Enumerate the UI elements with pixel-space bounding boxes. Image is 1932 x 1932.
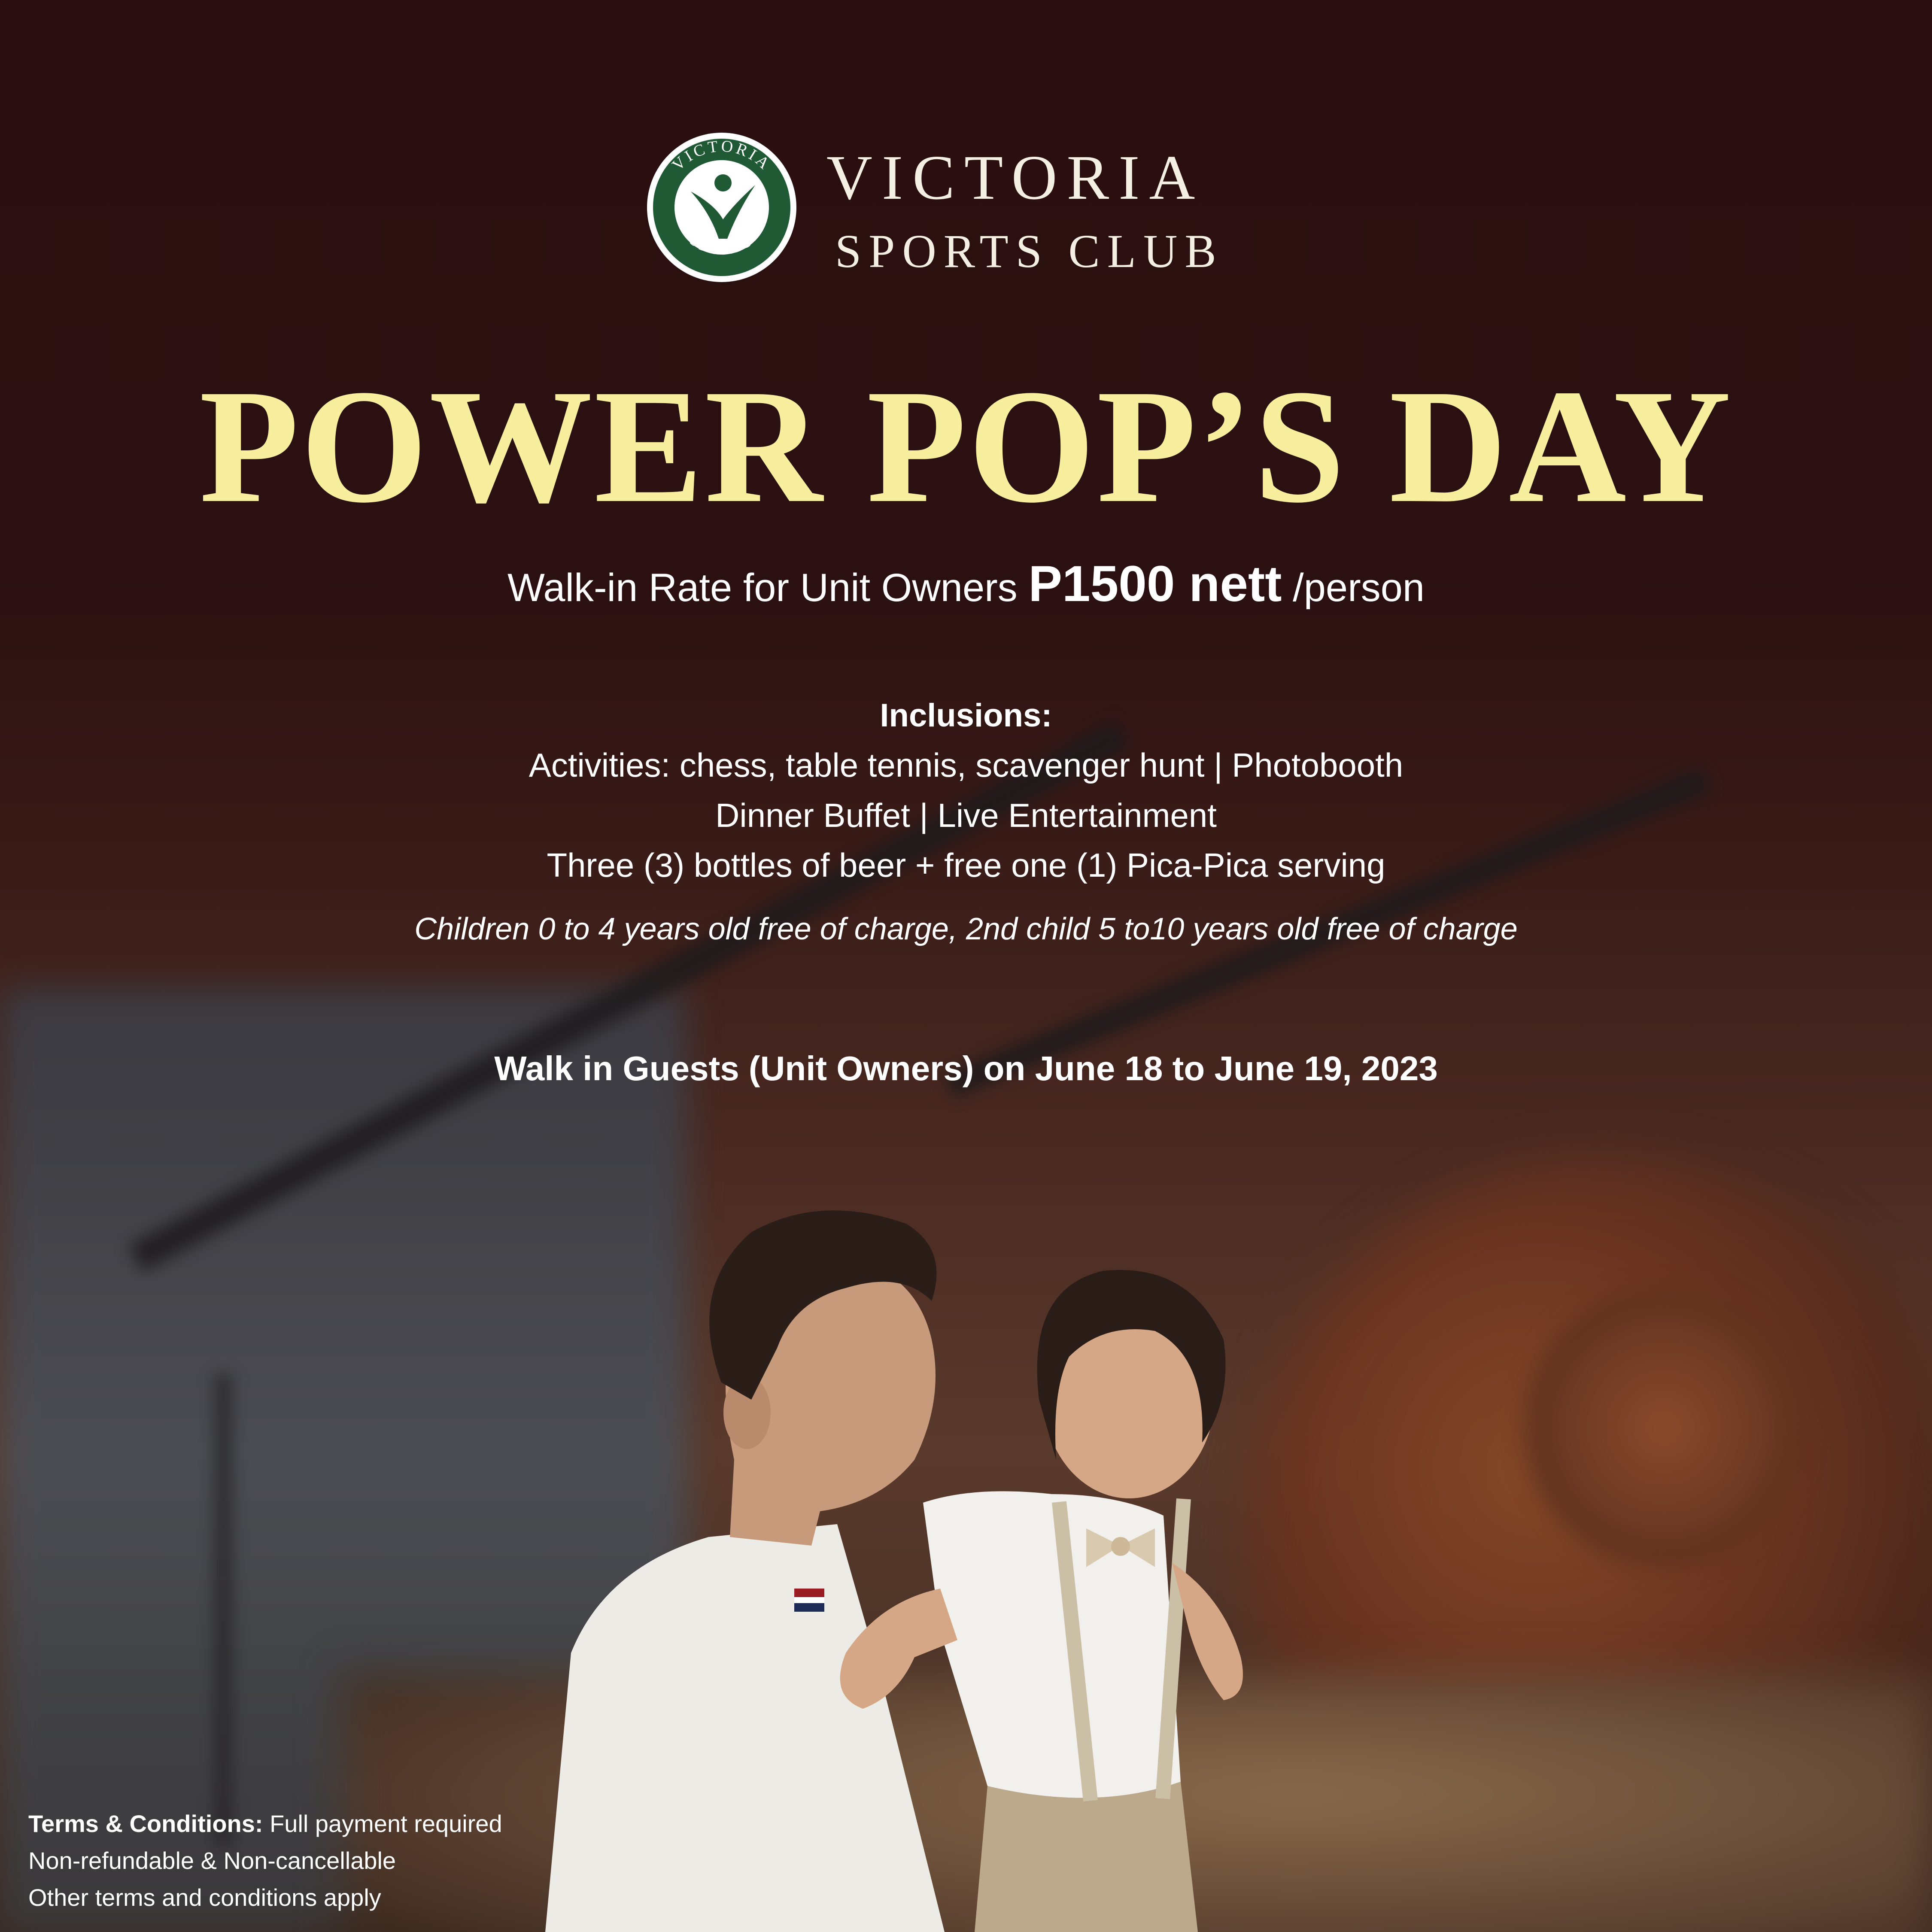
rate-prefix: Walk-in Rate for Unit Owners [507, 566, 1029, 610]
background-post [215, 1374, 232, 1846]
terms-label: Terms & Conditions: [28, 1810, 263, 1837]
headline: POWER POP’S DAY [199, 356, 1733, 537]
terms-line1-rest: Full payment required [263, 1810, 502, 1837]
event-date: Walk in Guests (Unit Owners) on June 18 … [494, 1049, 1438, 1088]
brand-name-line2: SPORTS CLUB [835, 225, 1224, 277]
terms-block: Terms & Conditions: Full payment require… [28, 1805, 672, 1916]
inclusions-title: Inclusions: [880, 697, 1052, 734]
rate-line: Walk-in Rate for Unit Owners P1500 nett … [0, 554, 1932, 615]
children-note: Children 0 to 4 years old free of charge… [414, 912, 1518, 946]
poster: VICTORIA SPORTS VICTORIA SPORTS CLUB POW… [0, 0, 1932, 1932]
terms-line2: Non-refundable & Non-cancellable [28, 1847, 396, 1874]
rate-price: P1500 nett [1028, 556, 1282, 612]
brand-name-line1: VICTORIA [826, 143, 1205, 213]
terms-line1: Terms & Conditions: Full payment require… [28, 1805, 672, 1842]
inclusion-dinner: Dinner Buffet | Live Entertainment [715, 796, 1217, 834]
victoria-sports-logo: VICTORIA SPORTS [646, 131, 798, 283]
rate-suffix: /person [1282, 566, 1425, 610]
inclusion-beer: Three (3) bottles of beer + free one (1)… [547, 846, 1385, 884]
terms-line3: Other terms and conditions apply [28, 1884, 381, 1911]
inclusion-activities: Activities: chess, table tennis, scaveng… [529, 746, 1403, 784]
